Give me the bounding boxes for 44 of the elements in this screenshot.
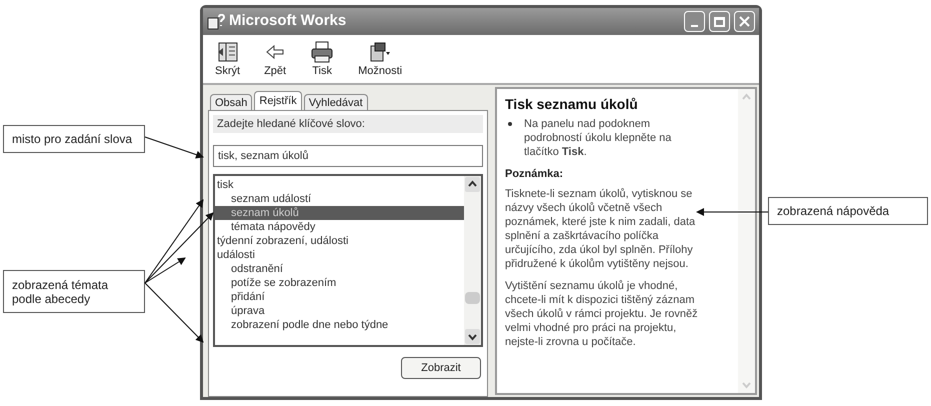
scroll-down-icon[interactable] <box>465 329 480 344</box>
topic-text: Na panelu nad podoknem podrobností úkolu klepněte na tlačítko Tisk. <box>523 117 672 159</box>
scrollbar[interactable] <box>464 176 481 345</box>
index-entry[interactable]: zobrazení podle dne nebo týdne <box>215 318 464 332</box>
keyword-field[interactable]: tisk, seznam úkolů <box>213 145 483 167</box>
callout-label: zobrazená témata podle abecedy <box>3 270 145 313</box>
topic-text: Vytištění seznamu úkolů je vhodné, chcete-li mít k dispozici tištěný záznam všech úkolů v rámci projektu. Je rovněž velmi vhodné pro práci na projektu, nejste-li zrovna u počítače. <box>505 279 699 349</box>
index-entry[interactable]: seznam úkolů <box>215 206 464 220</box>
callout-label: zobrazená nápověda <box>768 197 928 225</box>
scroll-thumb[interactable] <box>465 292 480 304</box>
panes-icon <box>216 40 239 62</box>
index-entry[interactable]: potíže se zobrazením <box>215 276 464 290</box>
close-icon <box>739 16 750 27</box>
toolbar-button[interactable]: Tisk <box>306 40 338 79</box>
bullet-icon <box>508 122 512 126</box>
toolbar-button[interactable]: Možnosti <box>354 40 406 79</box>
leader-arrow <box>144 136 204 158</box>
index-entry[interactable]: odstranění <box>215 262 464 276</box>
minimize-button[interactable] <box>684 11 705 32</box>
index-entry[interactable]: témata nápovědy <box>215 220 464 234</box>
tab[interactable]: Rejstřík <box>254 91 302 111</box>
scroll-up-icon[interactable] <box>465 177 480 192</box>
tab[interactable]: Vyhledávat <box>304 94 368 111</box>
field-label: Zadejte hledané klíčové slovo: <box>213 115 483 133</box>
topic-text: Tisknete-li seznam úkolů, vytisknou se názvy všech úkolů včetně všech poznámek, které jste k nim zadali, data splnění a zaškrtávacího políčka určujícího, zda úkol byl splněn. Přílohy přidružené k úkolům vytištěny nejsou. <box>505 187 696 271</box>
index-entry[interactable]: události <box>215 248 464 262</box>
callout-label: misto pro zadání slova <box>3 125 145 153</box>
maximize-button[interactable] <box>709 11 730 32</box>
topic-title: Tisk seznamu úkolů <box>505 95 639 113</box>
toolbar-button[interactable]: Zpět <box>260 40 290 79</box>
window-title: Microsoft Works <box>229 11 348 32</box>
index-entry[interactable]: týdenní zobrazení, události <box>215 234 464 248</box>
close-button[interactable] <box>734 11 755 32</box>
index-entry[interactable]: úprava <box>215 304 464 318</box>
printer-icon <box>310 40 334 62</box>
options-icon <box>368 40 392 62</box>
help-book-icon <box>207 14 225 30</box>
tab[interactable]: Obsah <box>210 94 252 111</box>
index-entry[interactable]: seznam událostí <box>215 192 464 206</box>
index-entry[interactable]: přidání <box>215 290 464 304</box>
toolbar-button[interactable]: Skrýt <box>211 40 244 79</box>
note-heading: Poznámka: <box>505 167 564 181</box>
index-entry[interactable]: tisk <box>215 178 464 192</box>
show-button[interactable]: Zobrazit <box>401 357 481 379</box>
